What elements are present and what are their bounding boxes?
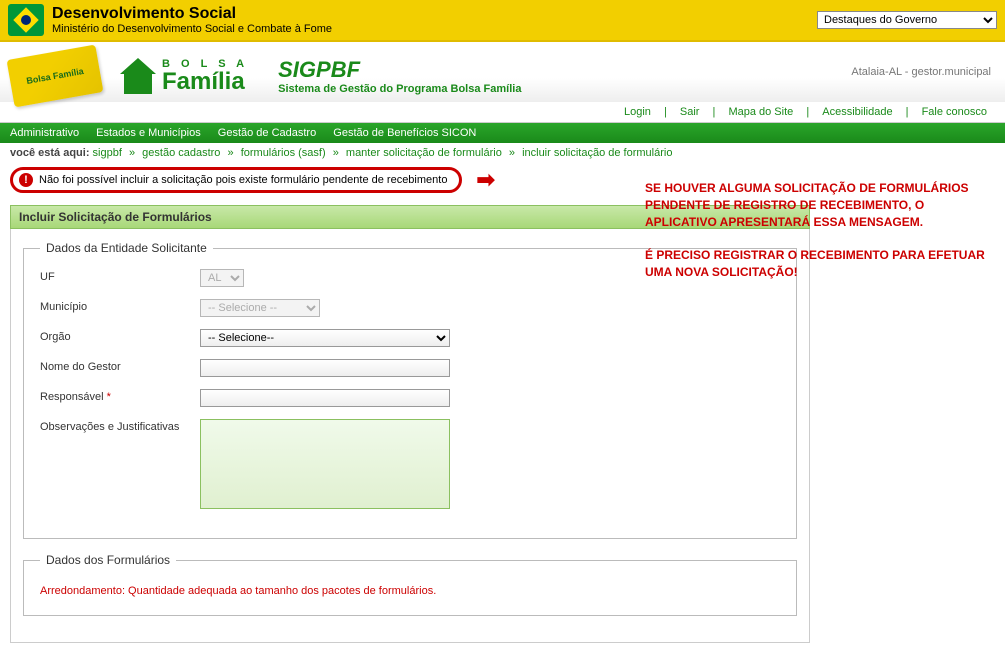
gov-header: Desenvolvimento Social Ministério do Des… [0, 0, 1005, 42]
breadcrumb-sep: » [333, 147, 339, 159]
program-banner: Bolsa Família B O L S A Família SIGPBF S… [0, 42, 1005, 102]
sigpbf-block: SIGPBF Sistema de Gestão do Programa Bol… [278, 57, 521, 95]
breadcrumb-incluir[interactable]: incluir solicitação de formulário [522, 147, 672, 159]
acess-link[interactable]: Acessibilidade [822, 106, 892, 118]
menu-estados[interactable]: Estados e Municípios [96, 127, 201, 139]
highlights-dropdown[interactable]: Destaques do Governo [817, 11, 997, 29]
login-link[interactable]: Login [624, 106, 651, 118]
breadcrumb-sep: » [228, 147, 234, 159]
label-observacoes: Observações e Justificativas [40, 419, 200, 433]
menu-gestao-cadastro[interactable]: Gestão de Cadastro [218, 127, 316, 139]
breadcrumb-gestao[interactable]: gestão cadastro [142, 147, 220, 159]
orgao-select[interactable]: -- Selecione-- [200, 329, 450, 347]
label-nome-gestor: Nome do Gestor [40, 359, 200, 373]
top-links-bar: Login | Sair | Mapa do Site | Acessibili… [0, 102, 1005, 123]
header-titles: Desenvolvimento Social Ministério do Des… [52, 5, 817, 35]
annotation-line1: SE HOUVER ALGUMA SOLICITAÇÃO DE FORMULÁR… [645, 180, 985, 230]
label-orgao: Orgão [40, 329, 200, 343]
fieldset-formularios: Dados dos Formulários Arredondamento: Qu… [23, 553, 797, 616]
error-text: Não foi possível incluir a solicitação p… [39, 174, 447, 186]
separator: | [806, 106, 809, 118]
main-menu: Administrativo Estados e Municípios Gest… [0, 123, 1005, 143]
label-responsavel: Responsável * [40, 389, 200, 403]
fale-link[interactable]: Fale conosco [922, 106, 987, 118]
breadcrumb-sep: » [509, 147, 515, 159]
annotation-text: SE HOUVER ALGUMA SOLICITAÇÃO DE FORMULÁR… [645, 180, 985, 281]
fieldset-entidade: Dados da Entidade Solicitante UF AL Muni… [23, 241, 797, 539]
label-municipio: Município [40, 299, 200, 313]
separator: | [713, 106, 716, 118]
label-uf: UF [40, 269, 200, 283]
error-icon: ! [19, 173, 33, 187]
separator: | [906, 106, 909, 118]
familia-logo: B O L S A Família [120, 58, 248, 94]
header-title: Desenvolvimento Social [52, 5, 817, 23]
menu-administrativo[interactable]: Administrativo [10, 127, 79, 139]
bolsa-card-icon: Bolsa Família [7, 45, 104, 108]
nome-gestor-input[interactable] [200, 359, 450, 377]
mapa-link[interactable]: Mapa do Site [728, 106, 793, 118]
arrow-right-icon: ➡ [476, 167, 494, 193]
breadcrumb-label: você está aqui: [10, 147, 89, 159]
sair-link[interactable]: Sair [680, 106, 700, 118]
user-context: Atalaia-AL - gestor.municipal [851, 66, 991, 78]
separator: | [664, 106, 667, 118]
panel-body: Dados da Entidade Solicitante UF AL Muni… [10, 229, 810, 643]
breadcrumb-formularios[interactable]: formulários (sasf) [241, 147, 326, 159]
brazil-flag-icon [8, 4, 44, 36]
legend-formularios: Dados dos Formulários [40, 553, 176, 567]
sigpbf-subtitle: Sistema de Gestão do Programa Bolsa Famí… [278, 83, 521, 95]
breadcrumb: você está aqui: sigpbf » gestão cadastro… [0, 143, 1005, 163]
arredondamento-note: Arredondamento: Quantidade adequada ao t… [40, 581, 780, 601]
legend-entidade: Dados da Entidade Solicitante [40, 241, 213, 255]
sigpbf-title: SIGPBF [278, 57, 521, 83]
municipio-select[interactable]: -- Selecione -- [200, 299, 320, 317]
uf-select[interactable]: AL [200, 269, 244, 287]
breadcrumb-sigpbf[interactable]: sigpbf [93, 147, 122, 159]
responsavel-input[interactable] [200, 389, 450, 407]
breadcrumb-manter[interactable]: manter solicitação de formulário [346, 147, 502, 159]
annotation-line2: É PRECISO REGISTRAR O RECEBIMENTO PARA E… [645, 247, 985, 281]
breadcrumb-sep: » [129, 147, 135, 159]
observacoes-textarea[interactable] [200, 419, 450, 509]
bolsa-label-big: Família [162, 70, 248, 94]
required-asterisk: * [107, 391, 111, 403]
header-subtitle: Ministério do Desenvolvimento Social e C… [52, 23, 817, 35]
menu-gestao-beneficios[interactable]: Gestão de Benefícios SICON [333, 127, 476, 139]
house-icon [120, 58, 156, 94]
error-message-box: ! Não foi possível incluir a solicitação… [10, 167, 462, 193]
